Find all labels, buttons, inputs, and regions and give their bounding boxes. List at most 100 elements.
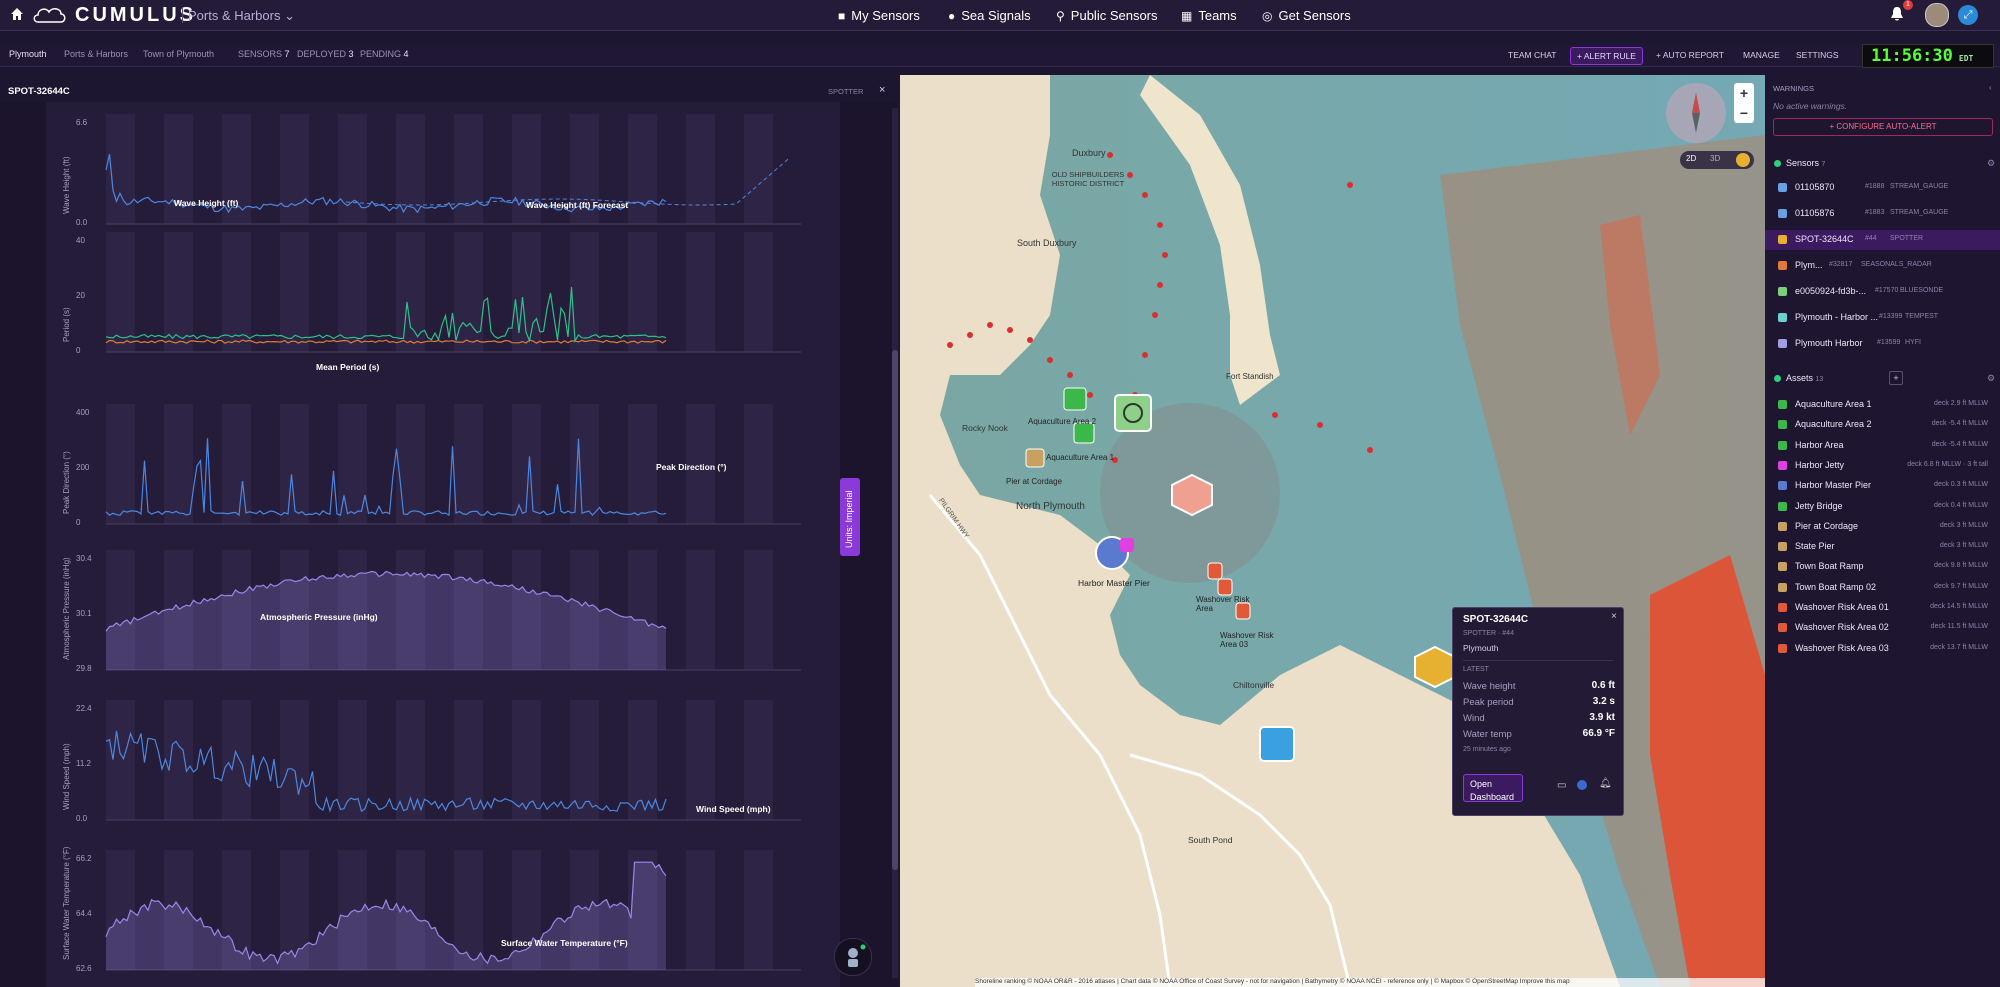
sensor-avatar-icon[interactable] [1577, 780, 1587, 790]
asset-list-item[interactable]: Washover Risk Area 03 deck 13.7 ft MLLW [1765, 639, 2000, 659]
asset-list-item[interactable]: Aquaculture Area 1 deck 2.9 ft MLLW [1765, 395, 2000, 415]
nav-public-sensors[interactable]: ⚲ Public Sensors [1056, 8, 1158, 23]
units-toggle[interactable]: Units: Imperial [840, 478, 860, 556]
asset-list-item[interactable]: Washover Risk Area 02 deck 11.5 ft MLLW [1765, 618, 2000, 638]
series-label: Wind Speed (mph) [696, 804, 771, 814]
asset-depth: deck 3 ft MLLW [1939, 521, 1988, 529]
sensor-stream-gauge-icon[interactable] [1114, 394, 1152, 432]
sensor-id: #1888 [1865, 183, 1885, 190]
alert-rule-button[interactable]: + ALERT RULE [1570, 47, 1643, 65]
asset-list-item[interactable]: Aquaculture Area 2 deck -5.4 ft MLLW [1765, 415, 2000, 435]
asset-aquaculture-2-icon[interactable] [1073, 422, 1095, 444]
breadcrumb-location[interactable]: Plymouth [9, 49, 47, 59]
sensors-settings-icon[interactable]: ⚙ [1987, 158, 1995, 169]
sensor-list-item[interactable]: Plymouth Harbor #13599 HYFI [1765, 334, 2000, 354]
auto-report-button[interactable]: + AUTO REPORT [1650, 47, 1730, 63]
asset-depth: deck 0.3 ft MLLW [1934, 481, 1988, 489]
bell-icon[interactable]: 🔔︎ [1599, 778, 1612, 789]
assets-settings-icon[interactable]: ⚙ [1987, 373, 1995, 384]
asset-wave-icon[interactable] [1259, 726, 1295, 762]
grid-icon: ▦ [1181, 9, 1193, 23]
asset-list-item[interactable]: Town Boat Ramp 02 deck 9.7 ft MLLW [1765, 578, 2000, 598]
asset-name: Town Boat Ramp 02 [1795, 581, 1877, 592]
compass-icon[interactable] [1666, 83, 1726, 143]
popup-close-icon[interactable]: × [1611, 611, 1617, 622]
assistant-bot-icon[interactable] [834, 938, 872, 976]
clock: 11:56:30 EDT [1862, 44, 1994, 68]
map-label-north-plymouth: North Plymouth [1016, 501, 1085, 512]
asset-type-icon [1778, 582, 1787, 592]
sensor-radar-icon[interactable] [1171, 473, 1213, 517]
sensor-list-item[interactable]: Plymouth - Harbor ... #13399 TEMPEST [1765, 308, 2000, 328]
map[interactable]: Duxbury OLD SHIPBUILDERS HISTORIC DISTRI… [900, 75, 1765, 987]
asset-list-item[interactable]: Harbor Master Pier deck 0.3 ft MLLW [1765, 476, 2000, 496]
manage-button[interactable]: MANAGE [1737, 47, 1786, 63]
panel-scrollbar-thumb[interactable] [892, 350, 898, 870]
settings-button[interactable]: SETTINGS [1790, 47, 1845, 63]
night-band [338, 232, 367, 352]
org-switcher[interactable]: Ports & Harbors ⌄ [188, 8, 295, 24]
sensor-list-item[interactable]: e0050924-fd3b-... #17570 BLUESONDE [1765, 282, 2000, 302]
asset-list-item[interactable]: Jetty Bridge deck 0.4 ft MLLW [1765, 497, 2000, 517]
chat-icon[interactable]: ▭ [1557, 780, 1566, 791]
nav-teams[interactable]: ▦ Teams [1181, 8, 1237, 23]
night-band [164, 404, 193, 524]
map-attribution[interactable]: Shoreline ranking © NOAA OR&R - 2016 atl… [975, 978, 1765, 987]
night-band [628, 404, 657, 524]
breadcrumb-org[interactable]: Ports & Harbors [64, 49, 128, 59]
configure-auto-alert-button[interactable]: + CONFIGURE AUTO-ALERT [1773, 118, 1993, 136]
zoom-in-button[interactable]: + [1734, 83, 1754, 103]
asset-list-item[interactable]: Washover Risk Area 01 deck 14.5 ft MLLW [1765, 598, 2000, 618]
avatar[interactable] [1925, 3, 1949, 27]
layers-icon[interactable] [1736, 153, 1750, 167]
sensor-type-icon [1778, 235, 1787, 244]
asset-pier-icon[interactable] [1025, 448, 1045, 468]
asset-list-item[interactable]: Harbor Jetty deck 6.8 ft MLLW · 3 ft tall [1765, 456, 2000, 476]
add-asset-button[interactable]: + [1889, 371, 1903, 385]
asset-list-item[interactable]: State Pier deck 3 ft MLLW [1765, 537, 2000, 557]
chart-panel [105, 850, 801, 971]
night-band [744, 850, 773, 970]
asset-depth: deck 2.9 ft MLLW [1934, 400, 1988, 407]
asset-aquaculture-icon[interactable] [1063, 387, 1087, 411]
team-chat-button[interactable]: TEAM CHAT [1502, 47, 1562, 63]
series-label: Wave Height (ft) [174, 198, 239, 208]
assets-status-dot [1774, 375, 1781, 382]
nav-sea-signals[interactable]: ● Sea Signals [948, 8, 1031, 23]
nav-get-sensors[interactable]: ◎ Get Sensors [1262, 8, 1351, 23]
asset-list-item[interactable]: Harbor Area deck -5.4 ft MLLW [1765, 436, 2000, 456]
sensor-list-item[interactable]: Plym... #32817 SEASONALS_RADAR [1765, 256, 2000, 276]
asset-list-item[interactable]: Town Boat Ramp deck 9.8 ft MLLW [1765, 557, 2000, 577]
brand-name[interactable]: CUMULUS [75, 4, 196, 27]
warnings-collapse-icon[interactable]: ‹ [1989, 83, 1992, 92]
open-dashboard-button[interactable]: Open Dashboard [1463, 774, 1523, 802]
asset-type-icon [1778, 562, 1787, 572]
close-icon[interactable]: × [879, 84, 885, 96]
y-tick-label: 400 [76, 408, 90, 417]
expand-icon[interactable]: ⤢ [1958, 5, 1978, 25]
y-tick-label: 62.6 [76, 964, 92, 973]
sensor-list-item[interactable]: 01105870 #1888 STREAM_GAUGE [1765, 178, 2000, 198]
zoom-out-button[interactable]: − [1734, 103, 1754, 123]
asset-type-icon [1778, 542, 1787, 552]
mode-2d-button[interactable]: 2D [1686, 154, 1696, 163]
night-band [222, 700, 251, 820]
y-tick-label: 0.0 [76, 218, 88, 227]
sensors-title: Sensors 7 [1786, 158, 1826, 168]
y-tick-label: 22.4 [76, 704, 92, 713]
sensor-list-item[interactable]: SPOT-32644C #44 SPOTTER [1765, 230, 2000, 250]
home-icon[interactable] [10, 7, 24, 21]
asset-harbor-jetty-icon[interactable] [1120, 538, 1134, 552]
night-band [512, 700, 541, 820]
asset-depth: deck 9.8 ft MLLW [1934, 562, 1988, 570]
asset-list-item[interactable]: Pier at Cordage deck 3 ft MLLW [1765, 517, 2000, 537]
nav-my-sensors[interactable]: ■ My Sensors [838, 8, 920, 23]
bell-icon[interactable] [1890, 6, 1904, 22]
breadcrumb-town[interactable]: Town of Plymouth [143, 49, 214, 59]
mode-3d-button[interactable]: 3D [1710, 154, 1720, 163]
night-band [164, 232, 193, 352]
map-canvas[interactable] [900, 75, 1765, 987]
sensor-spotter-icon[interactable] [1414, 645, 1456, 689]
night-band [164, 700, 193, 820]
sensor-list-item[interactable]: 01105876 #1883 STREAM_GAUGE [1765, 204, 2000, 224]
